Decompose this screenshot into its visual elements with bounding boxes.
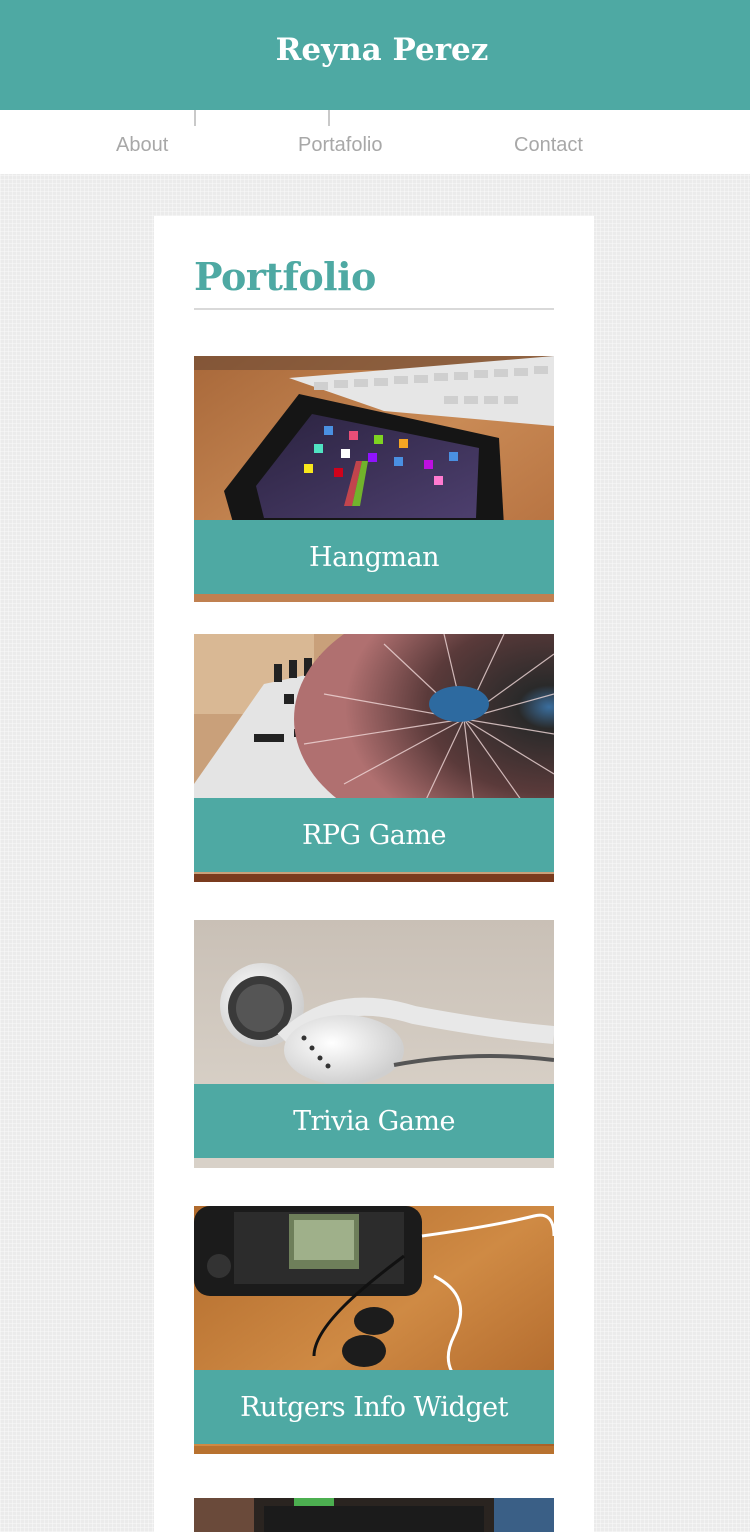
nav-item-contact[interactable]: Contact <box>514 134 583 157</box>
bookshelf-monitor-photo <box>194 1498 554 1532</box>
nav-item-portfolio[interactable]: Portafolio <box>298 134 383 157</box>
project-card-5[interactable] <box>194 1498 554 1532</box>
title-divider <box>194 308 554 310</box>
nav-divider <box>328 110 330 126</box>
main-nav: About Portafolio Contact <box>0 110 750 174</box>
project-card-rpg-game[interactable]: RPG Game <box>194 634 554 882</box>
nav-item-about[interactable]: About <box>116 134 168 157</box>
project-card-trivia-game[interactable]: Trivia Game <box>194 920 554 1168</box>
project-card-rutgers-info-widget[interactable]: Rutgers Info Widget <box>194 1206 554 1454</box>
page-title: Portfolio <box>194 254 376 299</box>
project-title-rpg-game: RPG Game <box>194 798 554 872</box>
portfolio-card: Portfolio Hangman RPG Game Trivia Game R… <box>154 216 594 1532</box>
project-title-rutgers-info-widget: Rutgers Info Widget <box>194 1370 554 1444</box>
project-title-trivia-game: Trivia Game <box>194 1084 554 1158</box>
site-header: Reyna Perez <box>0 0 750 110</box>
project-card-hangman[interactable]: Hangman <box>194 356 554 602</box>
site-title[interactable]: Reyna Perez <box>276 32 489 68</box>
nav-divider <box>194 110 196 126</box>
project-title-hangman: Hangman <box>194 520 554 594</box>
